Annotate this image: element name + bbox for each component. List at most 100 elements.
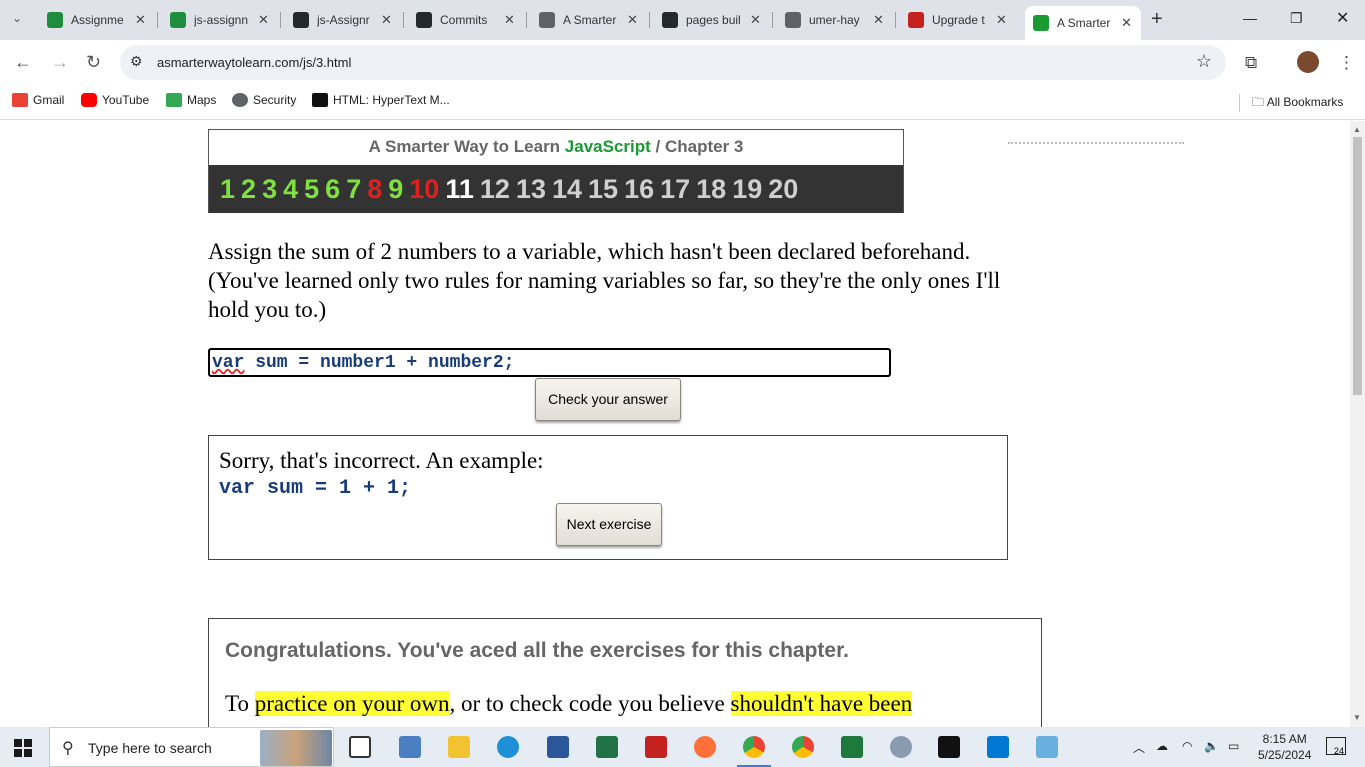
globe-icon: [785, 12, 801, 28]
edge-icon[interactable]: [497, 736, 519, 758]
firefox-icon[interactable]: [694, 736, 716, 758]
scroll-down-icon[interactable]: ▼: [1353, 713, 1361, 722]
exercise-link-20[interactable]: 20: [768, 174, 798, 205]
system-clock[interactable]: 8:15 AM 5/25/2024: [1258, 731, 1311, 763]
scroll-up-icon[interactable]: ▲: [1353, 125, 1361, 134]
bookmark-youtube[interactable]: YouTube: [81, 93, 149, 107]
exercise-link-18[interactable]: 18: [696, 174, 726, 205]
notifications-icon[interactable]: 24: [1326, 737, 1346, 756]
scroll-thumb[interactable]: [1353, 137, 1362, 395]
vscode-icon[interactable]: [987, 736, 1009, 758]
close-tab-icon[interactable]: ✕: [873, 12, 884, 28]
close-tab-icon[interactable]: ✕: [627, 12, 638, 28]
notes-app-icon[interactable]: [1036, 736, 1058, 758]
bookmark-html[interactable]: HTML: HyperText M...: [312, 93, 450, 107]
exercise-link-8[interactable]: 8: [367, 174, 382, 205]
close-tab-icon[interactable]: ✕: [996, 12, 1007, 28]
exercise-link-13[interactable]: 13: [516, 174, 546, 205]
browser-tab[interactable]: Assignme ✕: [39, 6, 154, 34]
new-tab-button[interactable]: +: [1151, 8, 1163, 31]
close-tab-icon[interactable]: ✕: [1121, 15, 1132, 31]
minimize-icon[interactable]: —: [1243, 10, 1257, 26]
tray-chevron-icon[interactable]: ︿: [1133, 739, 1145, 756]
example-code: var sum = 1 + 1;: [219, 477, 412, 500]
file-explorer-icon[interactable]: [448, 736, 470, 758]
exercise-link-19[interactable]: 19: [732, 174, 762, 205]
profile-avatar[interactable]: [1297, 51, 1319, 73]
page-scrollbar[interactable]: ▲ ▼: [1350, 121, 1365, 727]
exercise-link-1[interactable]: 1: [220, 174, 235, 205]
browser-tab[interactable]: js-assignn ✕: [162, 6, 277, 34]
terminal-icon[interactable]: [938, 736, 960, 758]
exercise-link-17[interactable]: 17: [660, 174, 690, 205]
close-tab-icon[interactable]: ✕: [381, 12, 392, 28]
volume-icon[interactable]: 🔈: [1204, 739, 1219, 753]
browser-tab[interactable]: umer-hay ✕: [777, 6, 892, 34]
chrome-profile-icon[interactable]: [792, 736, 814, 758]
bookmark-maps[interactable]: Maps: [166, 93, 216, 107]
taskbar-search[interactable]: ⚲ Type here to search: [49, 727, 334, 767]
url-text[interactable]: asmarterwaytolearn.com/js/3.html: [157, 55, 351, 70]
back-icon[interactable]: ←: [14, 52, 32, 73]
windows-start-icon[interactable]: [14, 739, 32, 757]
exercise-link-10[interactable]: 10: [409, 174, 439, 205]
bug-tool-icon[interactable]: [890, 736, 912, 758]
tab-title: Upgrade t: [932, 13, 985, 27]
bookmark-star-icon[interactable]: ☆: [1196, 51, 1212, 72]
bookmark-security[interactable]: Security: [232, 93, 296, 107]
task-view-icon[interactable]: [349, 736, 371, 758]
menu-icon[interactable]: ⋮: [1338, 53, 1355, 73]
file-manager-icon[interactable]: [399, 736, 421, 758]
excel-icon[interactable]: [596, 736, 618, 758]
browser-tab[interactable]: Upgrade t ✕: [900, 6, 1015, 34]
close-tab-icon[interactable]: ✕: [258, 12, 269, 28]
address-bar[interactable]: ⚙ asmarterwaytolearn.com/js/3.html ☆: [120, 45, 1226, 80]
tab-title: A Smarter: [1057, 16, 1111, 30]
exercise-link-4[interactable]: 4: [283, 174, 298, 205]
close-tab-icon[interactable]: ✕: [750, 12, 761, 28]
close-window-icon[interactable]: ✕: [1336, 8, 1349, 28]
answer-input[interactable]: var sum = number1 + number2;: [208, 348, 891, 377]
vim-icon[interactable]: [841, 736, 863, 758]
onedrive-icon[interactable]: ☁: [1156, 739, 1168, 753]
reload-icon[interactable]: ↻: [86, 52, 101, 73]
exercise-link-16[interactable]: 16: [624, 174, 654, 205]
exercise-link-11[interactable]: 11: [445, 174, 474, 205]
brand-link[interactable]: JavaScript: [565, 137, 651, 156]
tab-separator: [526, 12, 527, 28]
wifi-icon[interactable]: ◠: [1182, 739, 1192, 753]
exercise-link-12[interactable]: 12: [480, 174, 510, 205]
bookmark-gmail[interactable]: Gmail: [12, 93, 64, 107]
forward-icon[interactable]: →: [51, 52, 69, 73]
site-info-icon[interactable]: ⚙: [130, 53, 143, 70]
chrome-icon[interactable]: [737, 736, 771, 767]
check-answer-button[interactable]: Check your answer: [535, 378, 681, 421]
extensions-icon[interactable]: ⧉: [1245, 53, 1257, 73]
browser-tab[interactable]: Commits ✕: [408, 6, 523, 34]
exercise-link-9[interactable]: 9: [388, 174, 403, 205]
tab-title: js-assignn: [194, 13, 248, 27]
exercise-link-14[interactable]: 14: [552, 174, 582, 205]
close-tab-icon[interactable]: ✕: [504, 12, 515, 28]
battery-icon[interactable]: ▭: [1228, 739, 1239, 753]
tab-search-chevron-icon[interactable]: ⌄: [12, 11, 22, 25]
exercise-link-2[interactable]: 2: [241, 174, 256, 205]
tab-separator: [280, 12, 281, 28]
browser-tab[interactable]: js-Assignr ✕: [285, 6, 400, 34]
exercise-link-3[interactable]: 3: [262, 174, 277, 205]
browser-tab[interactable]: pages buil ✕: [654, 6, 769, 34]
browser-tab[interactable]: A Smarter ✕: [531, 6, 646, 34]
browser-tab[interactable]: A Smarter ✕: [1025, 6, 1141, 40]
exercise-link-5[interactable]: 5: [304, 174, 319, 205]
screen-recorder-icon[interactable]: [645, 736, 667, 758]
next-exercise-button[interactable]: Next exercise: [556, 503, 662, 546]
all-bookmarks[interactable]: 🗀 All Bookmarks: [1252, 93, 1343, 114]
exercise-link-7[interactable]: 7: [346, 174, 361, 205]
globe-icon: [232, 93, 248, 107]
exercise-link-15[interactable]: 15: [588, 174, 618, 205]
close-tab-icon[interactable]: ✕: [135, 12, 146, 28]
exercise-link-6[interactable]: 6: [325, 174, 340, 205]
restore-icon[interactable]: ❐: [1290, 10, 1303, 27]
s-logo-icon: [1033, 15, 1049, 31]
word-icon[interactable]: [547, 736, 569, 758]
